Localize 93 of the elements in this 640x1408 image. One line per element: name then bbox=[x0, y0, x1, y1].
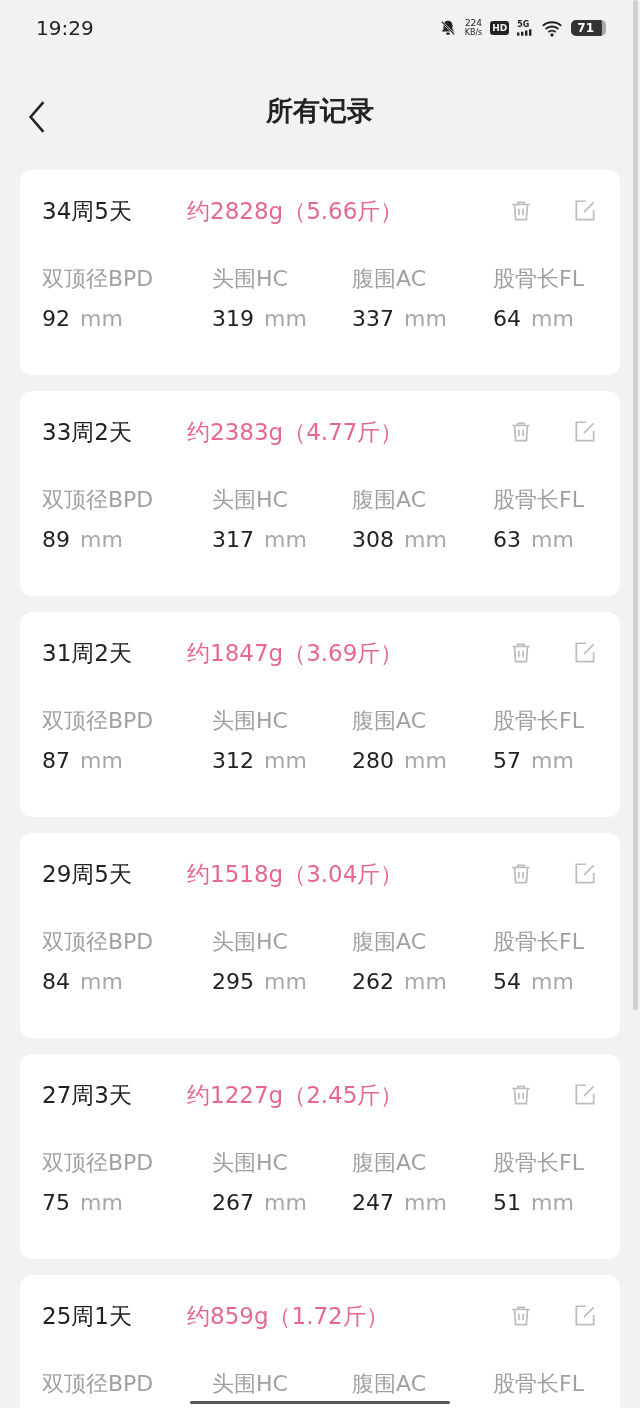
metric-label: 腹围AC bbox=[352, 265, 428, 293]
gestational-age: 31周2天 bbox=[42, 638, 133, 668]
metric-value: 295 bbox=[212, 969, 254, 994]
metric-label: 股骨长FL bbox=[493, 707, 585, 735]
edit-icon[interactable] bbox=[572, 1082, 598, 1108]
estimated-weight: 约2383g（4.77斤） bbox=[187, 417, 405, 447]
estimated-weight: 约1227g（2.45斤） bbox=[187, 1080, 405, 1110]
metric-unit: mm bbox=[80, 969, 123, 994]
metric-value: 317 bbox=[212, 527, 254, 552]
network-type: 5G bbox=[517, 20, 530, 29]
metric-label: 股骨长FL bbox=[493, 1370, 585, 1398]
metric-value: 319 bbox=[212, 306, 254, 331]
metric-value: 51 bbox=[493, 1190, 521, 1215]
metric-label: 头围HC bbox=[212, 1370, 289, 1398]
metric-unit: mm bbox=[80, 1190, 123, 1215]
metric-label: 双顶径BPD bbox=[42, 486, 155, 514]
metric-value: 280 bbox=[352, 748, 394, 773]
metric-value: 75 bbox=[42, 1190, 70, 1215]
metric-label: 头围HC bbox=[212, 265, 289, 293]
metric-label: 双顶径BPD bbox=[42, 928, 155, 956]
metric-unit: mm bbox=[80, 748, 123, 773]
metric-unit: mm bbox=[531, 969, 574, 994]
metric-label: 头围HC bbox=[212, 928, 289, 956]
edit-icon[interactable] bbox=[572, 198, 598, 224]
metric-value: 308 bbox=[352, 527, 394, 552]
edit-icon[interactable] bbox=[572, 861, 598, 887]
metric-label: 双顶径BPD bbox=[42, 1370, 155, 1398]
estimated-weight: 约2828g（5.66斤） bbox=[187, 196, 405, 226]
metric-label: 腹围AC bbox=[352, 928, 428, 956]
metric-label: 双顶径BPD bbox=[42, 265, 155, 293]
metric-value: 89 bbox=[42, 527, 70, 552]
metric-value: 63 bbox=[493, 527, 521, 552]
estimated-weight: 约1847g（3.69斤） bbox=[187, 638, 405, 668]
metric-label: 头围HC bbox=[212, 486, 289, 514]
metric-label: 双顶径BPD bbox=[42, 707, 155, 735]
metric-value: 262 bbox=[352, 969, 394, 994]
metric-value: 84 bbox=[42, 969, 70, 994]
gestational-age: 33周2天 bbox=[42, 417, 133, 447]
status-time: 19:29 bbox=[36, 16, 94, 40]
estimated-weight: 约1518g（3.04斤） bbox=[187, 859, 405, 889]
gestational-age: 25周1天 bbox=[42, 1301, 133, 1331]
muted-bell-icon bbox=[438, 19, 457, 37]
metric-value: 57 bbox=[493, 748, 521, 773]
wifi-icon bbox=[541, 19, 564, 37]
estimated-weight: 约859g（1.72斤） bbox=[187, 1301, 390, 1331]
metric-label: 股骨长FL bbox=[493, 928, 585, 956]
metric-value: 247 bbox=[352, 1190, 394, 1215]
gestational-age: 29周5天 bbox=[42, 859, 133, 889]
metric-unit: mm bbox=[264, 1190, 307, 1215]
metric-label: 头围HC bbox=[212, 707, 289, 735]
metric-label: 腹围AC bbox=[352, 707, 428, 735]
edit-icon[interactable] bbox=[572, 640, 598, 666]
metric-unit: mm bbox=[80, 306, 123, 331]
metric-unit: mm bbox=[531, 748, 574, 773]
metric-unit: mm bbox=[264, 748, 307, 773]
metric-unit: mm bbox=[264, 306, 307, 331]
metric-label: 腹围AC bbox=[352, 1370, 428, 1398]
hd-badge: HD bbox=[490, 21, 510, 35]
metric-unit: mm bbox=[404, 306, 447, 331]
metric-label: 双顶径BPD bbox=[42, 1149, 155, 1177]
metric-unit: mm bbox=[80, 527, 123, 552]
gestational-age: 27周3天 bbox=[42, 1080, 133, 1110]
metric-unit: mm bbox=[404, 748, 447, 773]
metric-label: 腹围AC bbox=[352, 486, 428, 514]
metric-value: 337 bbox=[352, 306, 394, 331]
metric-unit: mm bbox=[404, 1190, 447, 1215]
signal-icon bbox=[517, 29, 534, 36]
metric-value: 54 bbox=[493, 969, 521, 994]
metric-unit: mm bbox=[531, 1190, 574, 1215]
metric-label: 股骨长FL bbox=[493, 486, 585, 514]
page-title: 所有记录 bbox=[266, 94, 374, 128]
metric-unit: mm bbox=[531, 527, 574, 552]
metric-unit: mm bbox=[264, 527, 307, 552]
metric-value: 267 bbox=[212, 1190, 254, 1215]
metric-value: 64 bbox=[493, 306, 521, 331]
metric-value: 92 bbox=[42, 306, 70, 331]
metric-label: 股骨长FL bbox=[493, 1149, 585, 1177]
edit-icon[interactable] bbox=[572, 1303, 598, 1329]
metric-unit: mm bbox=[404, 969, 447, 994]
network-speed-unit: KB/s bbox=[464, 28, 483, 37]
metric-value: 312 bbox=[212, 748, 254, 773]
metric-label: 腹围AC bbox=[352, 1149, 428, 1177]
metric-unit: mm bbox=[531, 306, 574, 331]
back-icon[interactable] bbox=[28, 101, 46, 133]
metric-label: 股骨长FL bbox=[493, 265, 585, 293]
metric-value: 87 bbox=[42, 748, 70, 773]
network-speed: 224 bbox=[464, 19, 483, 28]
gestational-age: 34周5天 bbox=[42, 196, 133, 226]
battery-level: 71 bbox=[571, 20, 606, 36]
edit-icon[interactable] bbox=[572, 419, 598, 445]
metric-unit: mm bbox=[264, 969, 307, 994]
metric-label: 头围HC bbox=[212, 1149, 289, 1177]
metric-unit: mm bbox=[404, 527, 447, 552]
